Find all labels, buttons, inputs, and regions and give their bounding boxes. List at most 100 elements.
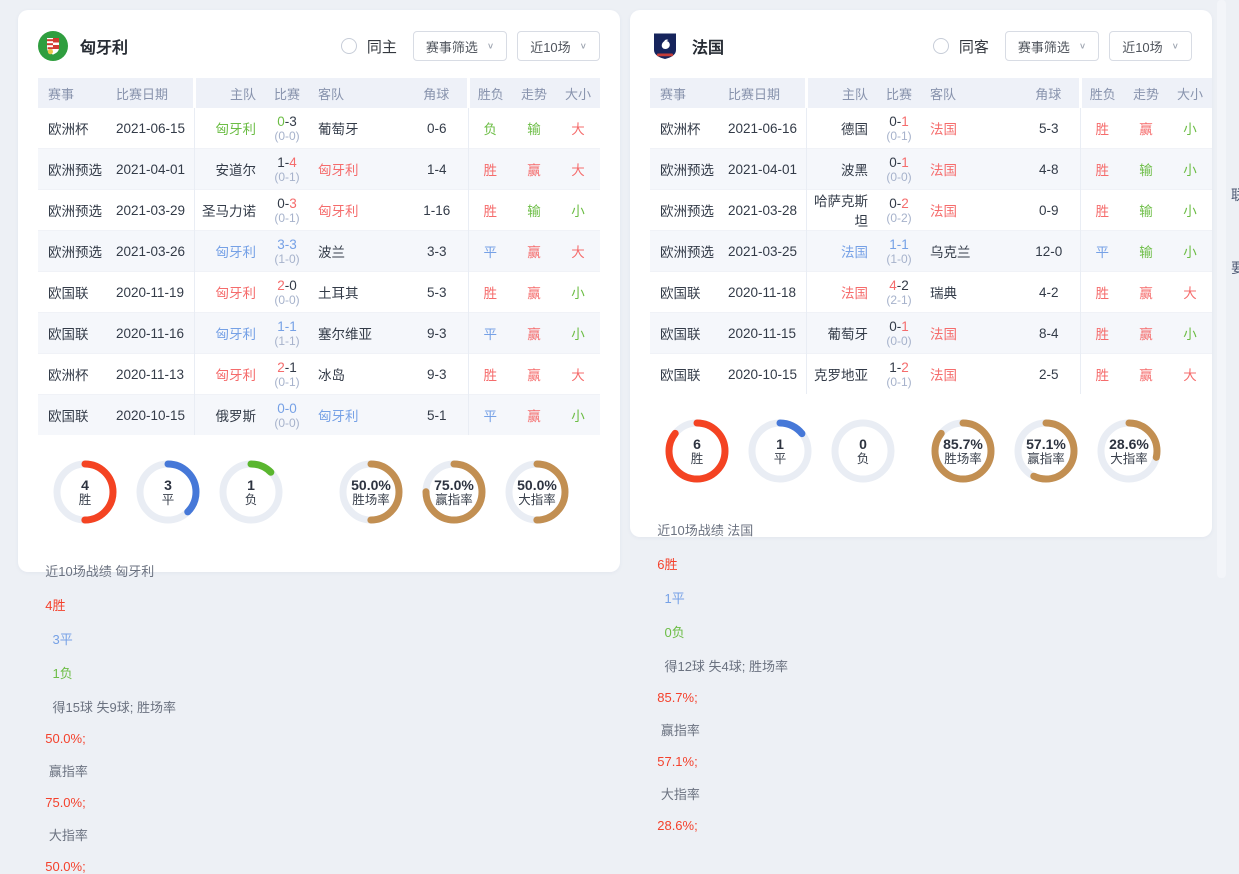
score-cell: 0-0 (0-0): [264, 395, 310, 436]
same-away-radio[interactable]: [933, 38, 949, 54]
recent-summary: 近10场战绩 匈牙利 4胜 3平 1负 得15球 失9球; 胜场率 50.0%;…: [38, 546, 600, 874]
chevron-down-icon: ∨: [1079, 41, 1086, 50]
column-header: 主队: [194, 78, 264, 108]
column-header: 客队: [310, 78, 406, 108]
recent-range-label: 近10场: [1122, 37, 1162, 56]
summary-segment: 6胜: [657, 557, 677, 572]
summary-segment: 大指率: [657, 787, 700, 802]
same-home-label: 同主: [367, 36, 397, 57]
donut-chart: 0 负: [830, 418, 896, 484]
column-header: 客队: [922, 78, 1018, 108]
team-name: 匈牙利: [80, 34, 128, 58]
team-panel-hungary: 匈牙利 同主 赛事筛选 ∨ 近10场 ∨ 赛事 比赛日期: [18, 10, 620, 572]
score-cell: 2-1 (0-1): [264, 354, 310, 395]
donut-chart: 75.0% 赢指率: [421, 459, 487, 525]
event-filter-select[interactable]: 赛事筛选 ∨: [1005, 31, 1099, 61]
same-away-label: 同客: [959, 36, 989, 57]
column-header: 角球: [1018, 78, 1080, 108]
summary-segment: 1平: [657, 591, 684, 606]
summary-segment: 赢指率: [45, 764, 88, 779]
score-cell: 0-1 (0-0): [876, 313, 922, 354]
over-under-cell: 大: [1168, 272, 1212, 313]
summary-segment: 得12球 失4球; 胜场率: [657, 659, 788, 674]
competition-cell: 欧洲预选: [38, 149, 116, 190]
donut-chart: 28.6% 大指率: [1096, 418, 1162, 484]
donut-chart: 50.0% 胜场率: [338, 459, 404, 525]
home-team-cell: 法国: [806, 231, 876, 272]
over-under-cell: 小: [556, 313, 600, 354]
result-cell: 负: [468, 108, 512, 149]
result-cell: 胜: [1080, 272, 1124, 313]
trend-cell: 赢: [512, 354, 556, 395]
side-menu-item[interactable]: 联: [1231, 185, 1239, 205]
corners-cell: 1-4: [406, 149, 468, 190]
away-team-cell: 法国: [922, 313, 1018, 354]
result-cell: 胜: [1080, 313, 1124, 354]
matches-table: 赛事 比赛日期 主队 比赛 客队 角球 胜负 走势 大小 欧洲杯 2021-06…: [38, 78, 600, 435]
panel-header: 法国 同客 赛事筛选 ∨ 近10场 ∨: [630, 10, 1212, 78]
competition-cell: 欧洲杯: [650, 108, 728, 149]
table-row: 欧洲预选 2021-03-26 匈牙利 3-3 (1-0) 波兰 3-3 平 赢…: [38, 231, 600, 272]
home-team-cell: 匈牙利: [194, 313, 264, 354]
summary-segment: 近10场战绩 法国: [657, 523, 757, 538]
corners-cell: 5-3: [406, 272, 468, 313]
summary-segment: 赢指率: [657, 723, 700, 738]
summary-segment: 28.6%;: [657, 818, 697, 833]
home-team-cell: 圣马力诺: [194, 190, 264, 231]
result-cell: 胜: [1080, 108, 1124, 149]
panel-body: 赛事 比赛日期 主队 比赛 客队 角球 胜负 走势 大小 欧洲杯 2021-06…: [18, 78, 620, 874]
home-team-cell: 波黑: [806, 149, 876, 190]
competition-cell: 欧国联: [38, 313, 116, 354]
column-header: 赛事: [650, 78, 728, 108]
corners-cell: 5-3: [1018, 108, 1080, 149]
summary-segment: 得15球 失9球; 胜场率: [45, 700, 176, 715]
result-cell: 平: [468, 395, 512, 436]
recent-range-select[interactable]: 近10场 ∨: [1109, 31, 1192, 61]
recent-range-select[interactable]: 近10场 ∨: [517, 31, 600, 61]
summary-segment: 50.0%;: [45, 859, 85, 874]
over-under-cell: 小: [1168, 108, 1212, 149]
match-date-cell: 2020-10-15: [728, 354, 806, 395]
competition-cell: 欧洲杯: [38, 354, 116, 395]
summary-segment: 50.0%;: [45, 731, 85, 746]
trend-cell: 赢: [1124, 272, 1168, 313]
corners-cell: 4-2: [1018, 272, 1080, 313]
table-row: 欧洲预选 2021-03-28 哈萨克斯坦 0-2 (0-2) 法国 0-9 胜…: [650, 190, 1212, 231]
side-menu-item[interactable]: 要: [1231, 258, 1239, 278]
match-date-cell: 2020-11-16: [116, 313, 194, 354]
panel-header: 匈牙利 同主 赛事筛选 ∨ 近10场 ∨: [18, 10, 620, 78]
competition-cell: 欧洲预选: [650, 190, 728, 231]
event-filter-select[interactable]: 赛事筛选 ∨: [413, 31, 507, 61]
over-under-cell: 小: [1168, 149, 1212, 190]
competition-cell: 欧国联: [650, 272, 728, 313]
score-cell: 1-1 (1-0): [876, 231, 922, 272]
table-row: 欧国联 2020-11-19 匈牙利 2-0 (0-0) 土耳其 5-3 胜 赢…: [38, 272, 600, 313]
trend-cell: 输: [1124, 190, 1168, 231]
match-date-cell: 2021-04-01: [728, 149, 806, 190]
column-header: 胜负: [1080, 78, 1124, 108]
competition-cell: 欧国联: [38, 395, 116, 436]
table-row: 欧洲预选 2021-03-25 法国 1-1 (1-0) 乌克兰 12-0 平 …: [650, 231, 1212, 272]
match-date-cell: 2021-04-01: [116, 149, 194, 190]
score-cell: 4-2 (2-1): [876, 272, 922, 313]
result-cell: 平: [468, 313, 512, 354]
donut-label: 赢指率: [435, 493, 473, 507]
rate-donut-group: 50.0% 胜场率 75.0% 赢指率 50.0% 大指率: [338, 459, 570, 525]
table-row: 欧国联 2020-10-15 俄罗斯 0-0 (0-0) 匈牙利 5-1 平 赢…: [38, 395, 600, 436]
match-date-cell: 2020-10-15: [116, 395, 194, 436]
over-under-cell: 大: [556, 149, 600, 190]
trend-cell: 输: [512, 190, 556, 231]
away-team-cell: 匈牙利: [310, 149, 406, 190]
home-team-cell: 匈牙利: [194, 354, 264, 395]
corners-cell: 0-9: [1018, 190, 1080, 231]
donut-value: 57.1%: [1026, 436, 1066, 452]
match-date-cell: 2021-06-15: [116, 108, 194, 149]
trend-cell: 赢: [1124, 354, 1168, 395]
home-team-cell: 俄罗斯: [194, 395, 264, 436]
away-team-cell: 葡萄牙: [310, 108, 406, 149]
over-under-cell: 小: [1168, 231, 1212, 272]
result-cell: 胜: [1080, 354, 1124, 395]
donut-chart: 3 平: [135, 459, 201, 525]
competition-cell: 欧洲杯: [38, 108, 116, 149]
same-home-radio[interactable]: [341, 38, 357, 54]
